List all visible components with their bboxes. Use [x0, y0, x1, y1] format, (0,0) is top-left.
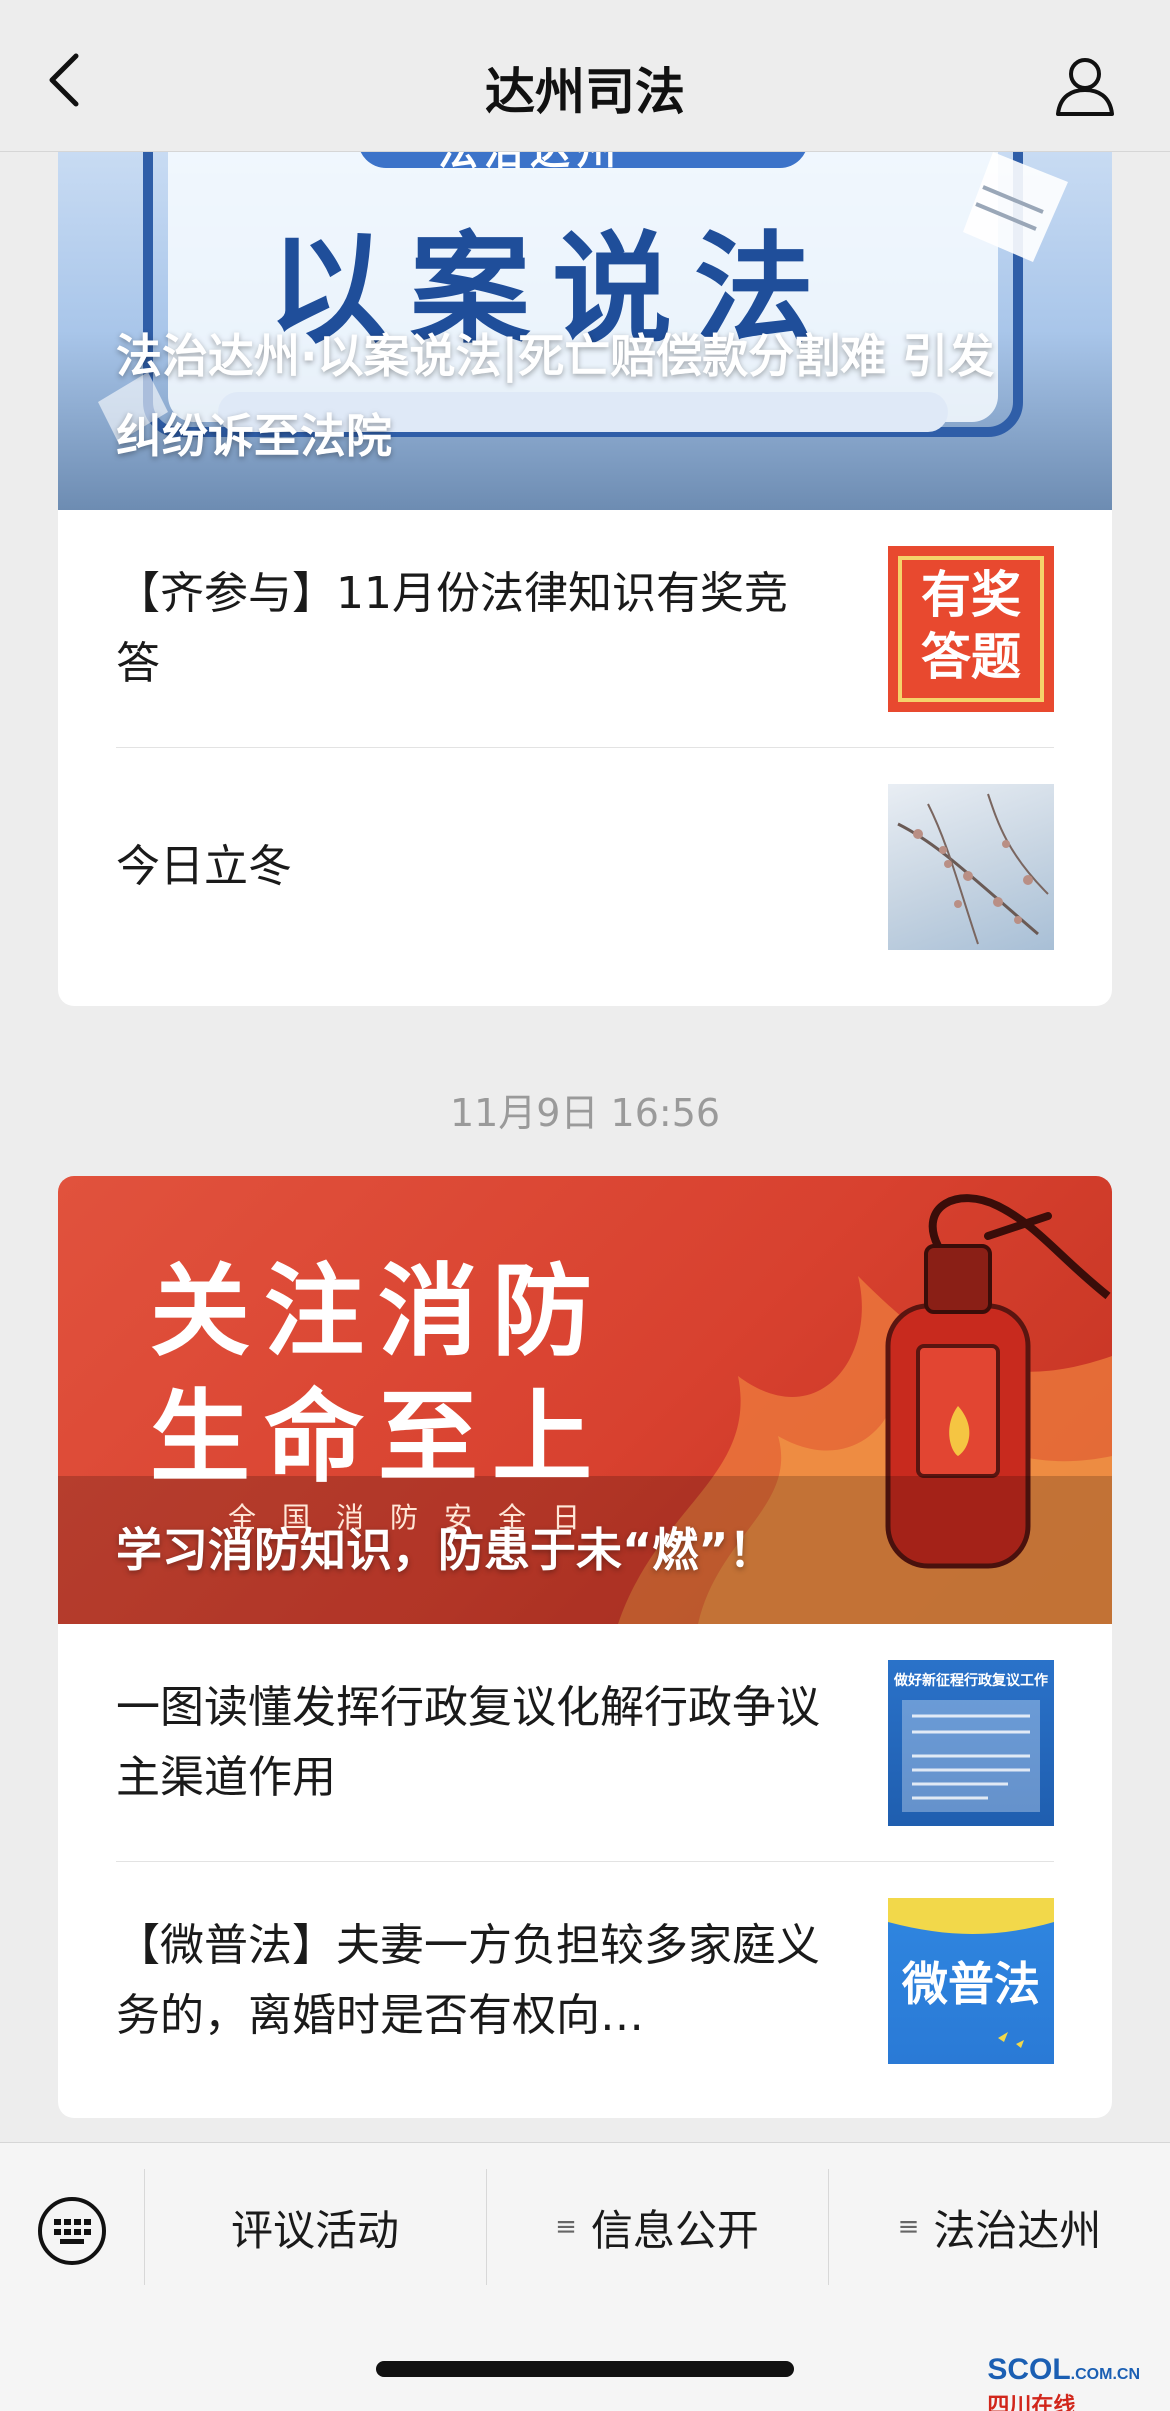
cover-art-top-text: 法治达州	[438, 152, 622, 176]
menu-label: 评议活动	[230, 2205, 399, 2255]
cover-art-line2: 生命至上	[150, 1378, 606, 1496]
keyboard-icon[interactable]	[36, 2195, 108, 2267]
cover-headline: 学习消防知识，防患于未“燃”！	[116, 1523, 775, 1577]
article-card[interactable]: 关注消防 生命至上 全国消防安全日 学习消防知识，防患于未“燃”！ 一图读懂发挥…	[58, 1176, 1112, 2118]
menu-label: 法治达州	[933, 2205, 1102, 2255]
watermark-logo: SCOL.COM.CN 四川在线	[987, 2353, 1140, 2411]
bottom-menu-bar: 评议活动 ≡ 信息公开 ≡ 法治达州 SCOL.COM.CN 四川在线	[0, 2142, 1170, 2411]
menu-label: 信息公开	[590, 2205, 759, 2255]
message-feed[interactable]: 法治达州 以案说法 法治达州·以案说法|死亡赔偿款分割难 引发纠纷诉至法院 【齐…	[0, 152, 1170, 2142]
cover-image[interactable]: 法治达州 以案说法 法治达州·以案说法|死亡赔偿款分割难 引发纠纷诉至法院	[58, 152, 1112, 510]
article-card[interactable]: 法治达州 以案说法 法治达州·以案说法|死亡赔偿款分割难 引发纠纷诉至法院 【齐…	[58, 152, 1112, 1006]
menu-item-review[interactable]: 评议活动	[145, 2167, 485, 2287]
infographic-thumbnail: 做好新征程行政复议工作	[888, 1659, 1054, 1826]
menu-item-info[interactable]: ≡ 信息公开	[487, 2167, 827, 2287]
submenu-icon: ≡	[555, 2212, 577, 2242]
profile-icon[interactable]	[1052, 52, 1118, 118]
article-title: 一图读懂发挥行政复议化解行政争议主渠道作用	[116, 1681, 820, 1803]
cover-art-line1: 关注消防	[150, 1252, 606, 1370]
submenu-icon: ≡	[897, 2212, 920, 2242]
list-item[interactable]: 一图读懂发挥行政复议化解行政争议主渠道作用 做好新征程行政复议工作	[116, 1624, 1054, 1862]
list-item[interactable]: 【微普法】夫妻一方负担较多家庭义务的，离婚时是否有权向… 微普法	[116, 1862, 1054, 2100]
list-item[interactable]: 今日立冬	[116, 748, 1054, 986]
home-indicator	[376, 2361, 794, 2377]
quiz-thumbnail: 有奖答题	[888, 545, 1054, 712]
thumb-text: 有奖答题	[921, 565, 1021, 686]
timestamp: 11月9日 16:56	[449, 1091, 721, 1135]
nav-header: 达州司法	[0, 0, 1170, 152]
cover-image[interactable]: 关注消防 生命至上 全国消防安全日 学习消防知识，防患于未“燃”！	[58, 1176, 1112, 1624]
law-brand-thumbnail: 微普法	[888, 1898, 1054, 2064]
list-item[interactable]: 【齐参与】11月份法律知识有奖竞答 有奖答题	[116, 510, 1054, 748]
menu-item-rule-of-law[interactable]: ≡ 法治达州	[829, 2167, 1170, 2287]
frost-branch-thumbnail	[888, 784, 1054, 950]
article-title: 今日立冬	[116, 841, 292, 892]
cover-headline: 法治达州·以案说法|死亡赔偿款分割难 引发纠纷诉至法院	[116, 329, 995, 463]
article-title: 【微普法】夫妻一方负担较多家庭义务的，离婚时是否有权向…	[116, 1920, 820, 2041]
article-title: 【齐参与】11月份法律知识有奖竞答	[116, 567, 788, 689]
page-title: 达州司法	[485, 63, 685, 121]
